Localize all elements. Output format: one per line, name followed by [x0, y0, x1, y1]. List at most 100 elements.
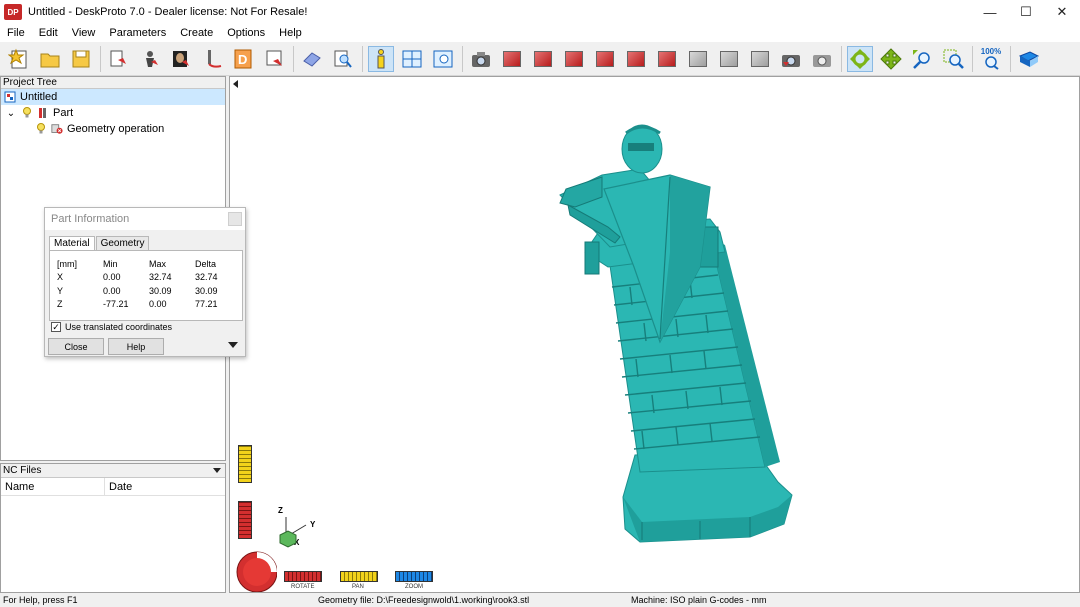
rotate-mode-button[interactable] [847, 45, 873, 72]
zoom-window-button[interactable] [940, 46, 966, 72]
preview-window-button[interactable] [430, 46, 456, 72]
rotate-dial-icon[interactable] [233, 548, 277, 592]
layout-panes-button[interactable] [399, 46, 425, 72]
vector-import-button[interactable] [199, 46, 225, 72]
row-max: 30.09 [149, 285, 172, 296]
table-row: Z -77.21 0.00 77.21 [57, 298, 235, 312]
row-axis: Y [57, 285, 64, 296]
menu-view[interactable]: View [65, 27, 103, 39]
column-header-unit: [mm] [57, 258, 77, 269]
row-min: -77.21 [103, 299, 129, 310]
save-project-button[interactable] [68, 46, 94, 72]
dxf-import-button[interactable]: D [230, 46, 256, 72]
visibility-bulb-icon[interactable] [21, 107, 33, 119]
collapse-chevron-icon[interactable]: ⌄ [5, 107, 17, 119]
info-i-icon [377, 48, 385, 68]
dialog-close-box[interactable] [228, 212, 242, 226]
toolbar-separator [841, 45, 842, 72]
view-right-button[interactable] [623, 46, 649, 72]
nc-files-header[interactable]: NC Files [1, 464, 225, 478]
tab-material[interactable]: Material [49, 236, 95, 251]
tree-item-untitled[interactable]: Untitled [1, 89, 225, 105]
rotate-horizontal-wheel[interactable] [284, 571, 322, 582]
help-book-icon [1018, 50, 1040, 67]
column-header-name[interactable]: Name [1, 477, 105, 496]
bitmap-relief-button[interactable] [168, 46, 194, 72]
help-book-button[interactable] [1016, 46, 1042, 72]
new-project-button[interactable] [6, 46, 32, 72]
svg-text:D: D [238, 52, 247, 67]
help-button[interactable]: Help [108, 338, 164, 355]
menu-parameters[interactable]: Parameters [102, 27, 173, 39]
pan-mode-button[interactable] [878, 46, 904, 72]
view-back-button[interactable] [561, 46, 587, 72]
rotate-arrows-icon [850, 48, 870, 69]
dialog-expand-arrow-icon[interactable] [228, 342, 238, 348]
eraser-button[interactable] [299, 46, 325, 72]
column-header-max: Max [149, 258, 167, 269]
zoom-horizontal-wheel[interactable] [395, 571, 433, 582]
import-geometry-button[interactable] [106, 46, 132, 72]
view-iso-button[interactable] [499, 46, 525, 72]
row-delta: 30.09 [195, 285, 218, 296]
column-header-delta: Delta [195, 258, 217, 269]
row-min: 0.00 [103, 272, 121, 283]
view-wire-button[interactable] [747, 46, 773, 72]
menu-help[interactable]: Help [272, 27, 309, 39]
menu-edit[interactable]: Edit [32, 27, 65, 39]
letter-d-icon: D [234, 49, 252, 68]
zoom-window-icon [943, 49, 964, 69]
inspect-button[interactable] [330, 46, 356, 72]
view-front-button[interactable] [530, 46, 556, 72]
cube-red-icon [596, 50, 614, 67]
status-machine: Machine: ISO plain G-codes - mm [631, 595, 767, 605]
3d-viewport[interactable]: Z Y X ROTATE PAN ZOOM [229, 76, 1080, 593]
project-icon [4, 91, 16, 103]
screenshot-save-button[interactable] [809, 46, 835, 72]
row-max: 32.74 [149, 272, 172, 283]
toolbar-separator [362, 45, 363, 72]
view-left-button[interactable] [592, 46, 618, 72]
minimize-button[interactable]: — [972, 0, 1008, 24]
menu-file[interactable]: File [0, 27, 32, 39]
translated-coords-option[interactable]: ✓ Use translated coordinates [51, 322, 172, 332]
menu-create[interactable]: Create [173, 27, 220, 39]
window-controls: — ☐ ✕ [972, 0, 1080, 24]
maximize-button[interactable]: ☐ [1008, 0, 1044, 24]
zoom-100-button[interactable]: 100% [978, 46, 1004, 72]
open-project-button[interactable] [37, 46, 63, 72]
screenshot-button[interactable] [778, 46, 804, 72]
tree-item-geometry-operation[interactable]: Geometry operation [1, 121, 225, 137]
tree-item-part[interactable]: ⌄ Part [1, 105, 225, 121]
zoom-wheel-label: ZOOM [405, 584, 423, 590]
view-shaded-button[interactable] [716, 46, 742, 72]
column-header-date[interactable]: Date [105, 478, 132, 496]
pan-vertical-wheel[interactable] [238, 445, 252, 483]
row-delta: 32.74 [195, 272, 218, 283]
deskproto-app-icon[interactable]: DP [4, 4, 22, 20]
dropdown-arrow-icon[interactable] [213, 468, 221, 473]
menu-options[interactable]: Options [220, 27, 272, 39]
vector-line-icon [208, 49, 222, 68]
row-axis: X [57, 272, 64, 283]
camera-view-button[interactable] [468, 46, 494, 72]
zoom-mode-button[interactable] [909, 46, 935, 72]
part-icon [37, 107, 49, 119]
close-button[interactable]: Close [48, 338, 104, 355]
rotate-vertical-wheel[interactable] [238, 501, 252, 539]
axis-z-label: Z [278, 506, 283, 515]
title-bar: DP Untitled - DeskProto 7.0 - Dealer lic… [0, 0, 1080, 24]
folder-open-icon [40, 53, 60, 67]
visibility-bulb-icon[interactable] [35, 123, 47, 135]
export-button[interactable] [261, 46, 287, 72]
dialog-tabs: Material Geometry [49, 236, 150, 251]
view-top-button[interactable] [654, 46, 680, 72]
close-window-button[interactable]: ✕ [1044, 0, 1080, 24]
part-person-button[interactable] [137, 46, 163, 72]
view-bottom-button[interactable] [685, 46, 711, 72]
part-information-button[interactable] [368, 45, 394, 72]
nc-files-title: NC Files [3, 465, 42, 476]
translated-coords-checkbox[interactable]: ✓ [51, 322, 61, 332]
tab-geometry[interactable]: Geometry [95, 236, 150, 250]
pan-horizontal-wheel[interactable] [340, 571, 378, 582]
